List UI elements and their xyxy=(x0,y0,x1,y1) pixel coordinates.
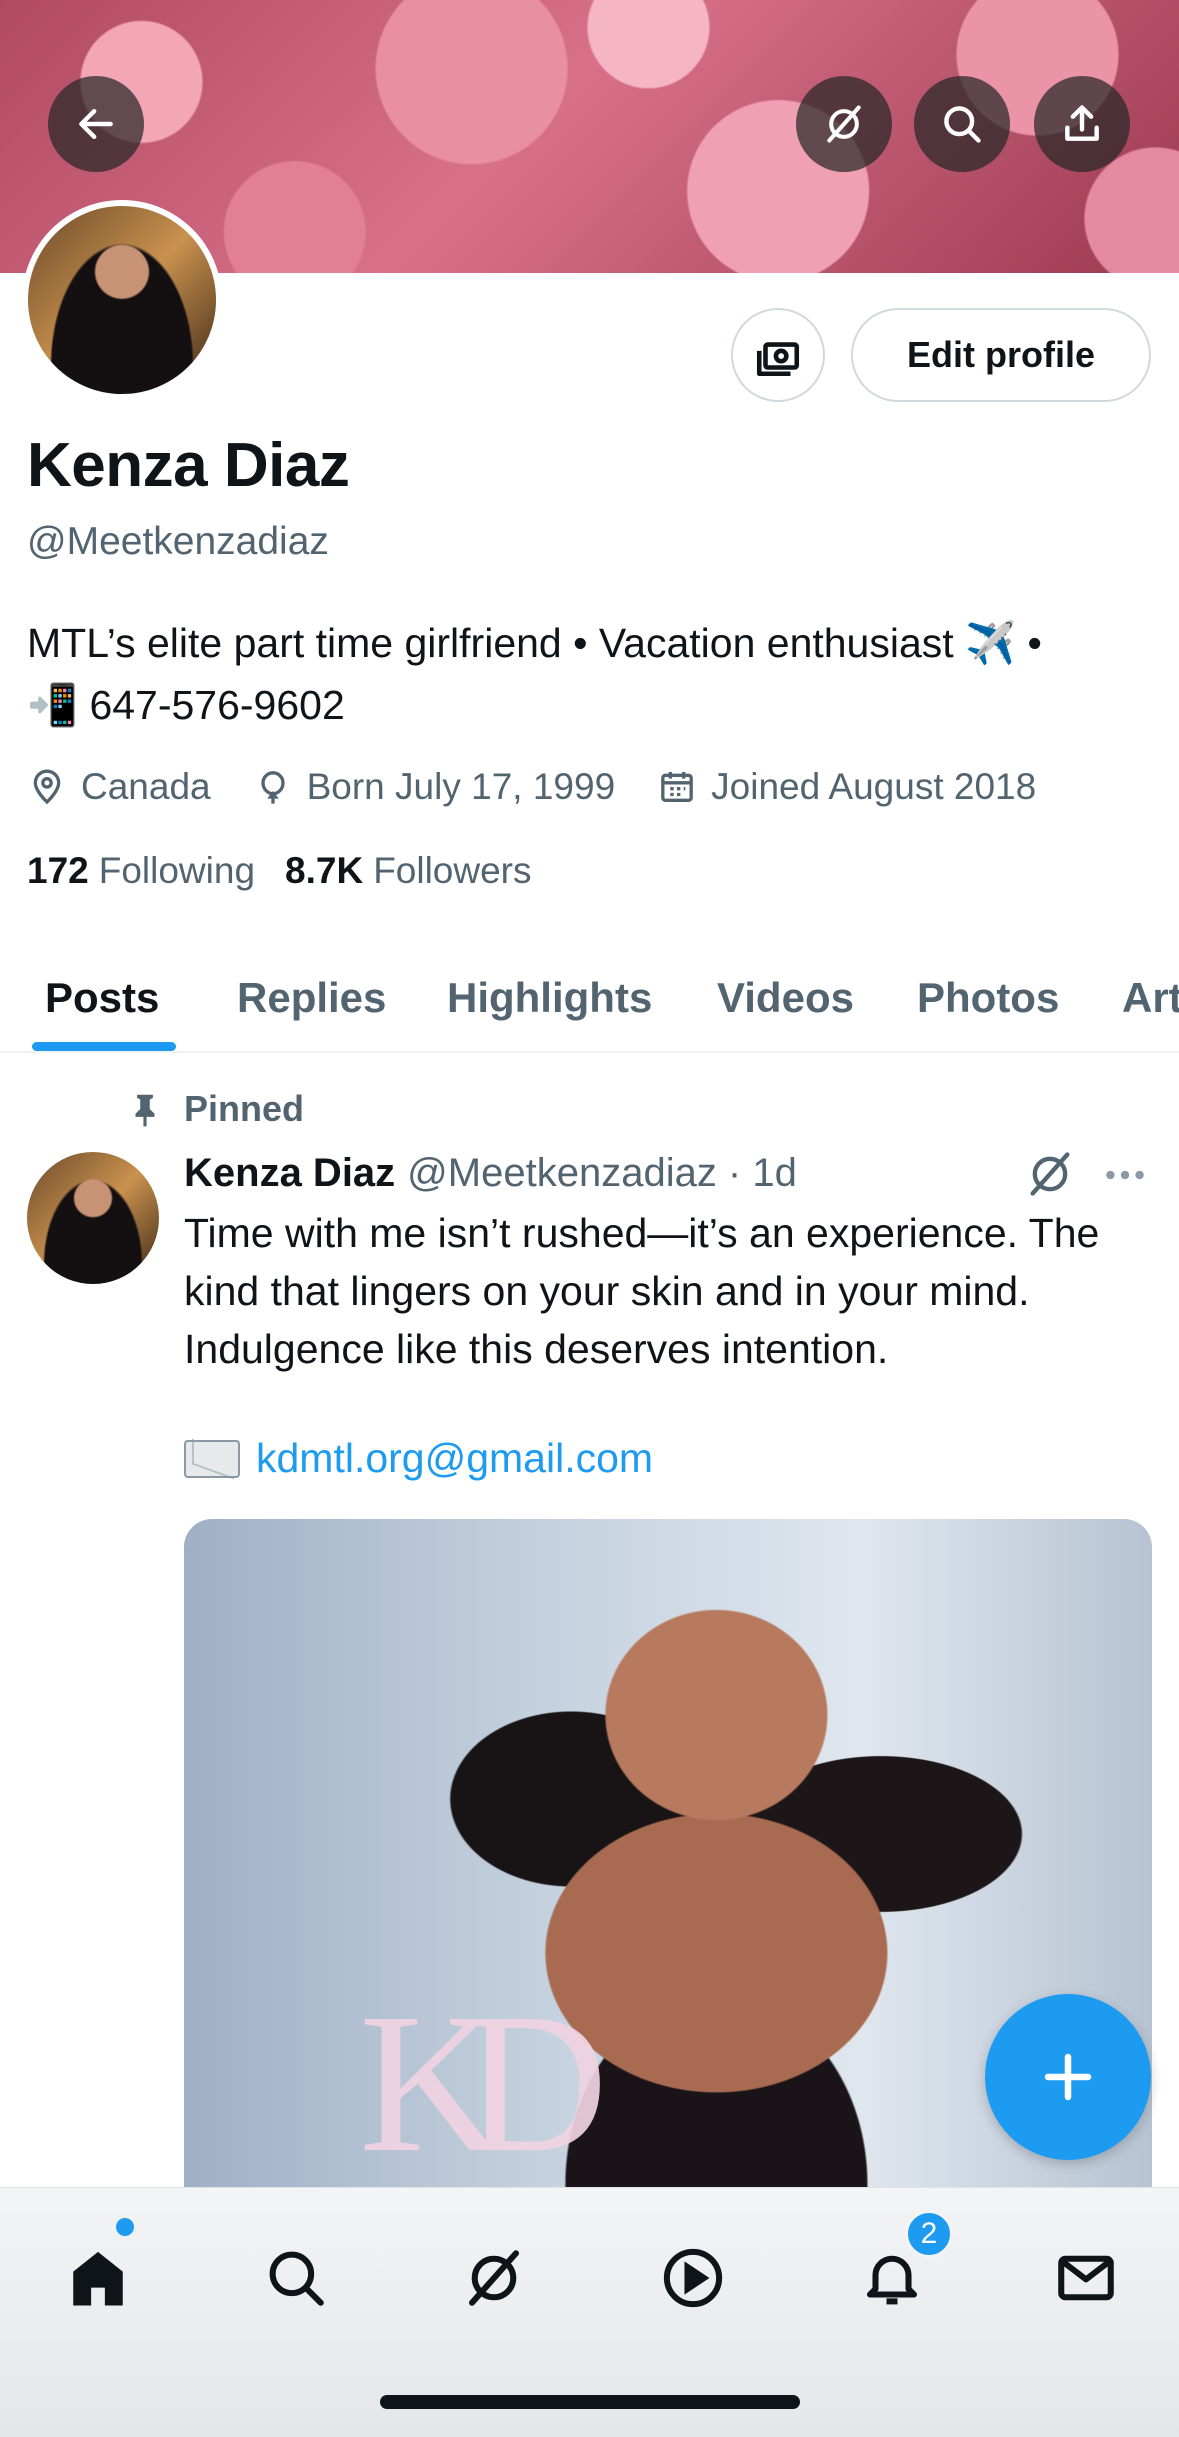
post-author-name[interactable]: Kenza Diaz xyxy=(184,1151,395,1196)
play-icon xyxy=(663,2248,723,2308)
profile-bio: MTL’s elite part time girlfriend • Vacat… xyxy=(27,612,1167,736)
edit-profile-button[interactable]: Edit profile xyxy=(851,308,1151,402)
back-button[interactable] xyxy=(48,76,144,172)
home-icon xyxy=(73,2251,123,2306)
grok-icon[interactable] xyxy=(1024,1148,1076,1200)
joined-text: Joined August 2018 xyxy=(711,766,1037,807)
pinned-label: Pinned xyxy=(184,1088,305,1129)
tab-replies[interactable]: Replies xyxy=(237,945,386,1051)
monetization-button[interactable] xyxy=(731,308,825,402)
search-button[interactable] xyxy=(914,76,1010,172)
grok-icon xyxy=(827,105,861,143)
followers-count: 8.7K xyxy=(285,850,364,891)
followers-label: Followers xyxy=(373,850,532,891)
tab-posts[interactable]: Posts xyxy=(45,945,159,1051)
post-header: Kenza Diaz @Meetkenzadiaz · 1d xyxy=(184,1145,797,1201)
calendar-icon xyxy=(661,772,693,802)
grok-icon xyxy=(468,2250,520,2306)
plus-icon xyxy=(1044,2053,1092,2101)
more-icon[interactable] xyxy=(1100,1150,1150,1200)
active-tab-indicator xyxy=(32,1042,176,1051)
search-icon xyxy=(944,106,981,143)
post-text: Time with me isn’t rushed—it’s an experi… xyxy=(184,1210,1100,1372)
profile-handle: @Meetkenzadiaz xyxy=(27,520,329,563)
share-button[interactable] xyxy=(1034,76,1130,172)
nav-video[interactable] xyxy=(643,2228,743,2328)
location-item: Canada xyxy=(27,766,211,808)
mail-icon xyxy=(1058,2255,1114,2301)
home-indicator xyxy=(380,2395,800,2409)
pinned-indicator: Pinned xyxy=(126,1088,304,1130)
bell-icon xyxy=(866,2255,918,2305)
location-text: Canada xyxy=(81,766,211,807)
profile-name: Kenza Diaz xyxy=(27,431,350,500)
grok-button[interactable] xyxy=(796,76,892,172)
birthday-item: Born July 17, 1999 xyxy=(253,766,616,808)
tab-articles[interactable]: Articles xyxy=(1122,945,1179,1051)
envelope-icon xyxy=(184,1439,240,1478)
joined-item: Joined August 2018 xyxy=(657,766,1036,808)
location-icon xyxy=(33,769,61,805)
email-link[interactable]: kdmtl.org@gmail.com xyxy=(256,1435,653,1482)
compose-button[interactable] xyxy=(985,1994,1151,2160)
notification-badge: 2 xyxy=(905,2210,953,2258)
bio-line-1: MTL’s elite part time girlfriend • Vacat… xyxy=(27,620,1042,666)
balloon-icon xyxy=(260,771,285,804)
birthday-text: Born July 17, 1999 xyxy=(306,766,616,807)
follow-stats: 172 Following 8.7K Followers xyxy=(27,850,562,892)
tab-videos[interactable]: Videos xyxy=(717,945,854,1051)
post-avatar[interactable] xyxy=(27,1152,159,1284)
post-handle-time: @Meetkenzadiaz · 1d xyxy=(407,1150,797,1195)
home-unread-dot xyxy=(116,2218,134,2236)
pin-icon xyxy=(135,1094,155,1127)
following-label: Following xyxy=(98,850,256,891)
tab-highlights[interactable]: Highlights xyxy=(447,945,652,1051)
following-link[interactable]: 172 Following xyxy=(27,850,255,892)
bio-line-2: 📲 647-576-9602 xyxy=(27,682,345,728)
back-arrow-icon xyxy=(79,108,113,140)
nav-home[interactable] xyxy=(48,2228,148,2328)
watermark-logo: KD xyxy=(359,1973,608,2194)
followers-link[interactable]: 8.7K Followers xyxy=(285,850,531,892)
post-email-line: kdmtl.org@gmail.com xyxy=(184,1435,653,1482)
following-count: 172 xyxy=(27,850,89,891)
tab-photos[interactable]: Photos xyxy=(917,945,1059,1051)
profile-avatar[interactable] xyxy=(22,200,222,400)
avatar-image xyxy=(28,206,216,394)
nav-messages[interactable] xyxy=(1036,2228,1136,2328)
nav-search[interactable] xyxy=(246,2228,346,2328)
profile-tabs: Posts Replies Highlights Videos Photos A… xyxy=(0,945,1179,1053)
money-icon xyxy=(756,342,800,377)
share-icon xyxy=(1065,105,1099,141)
search-icon xyxy=(269,2251,324,2306)
profile-meta: Canada Born July 17, 1999 Joined August … xyxy=(27,762,1078,812)
nav-grok[interactable] xyxy=(444,2228,544,2328)
